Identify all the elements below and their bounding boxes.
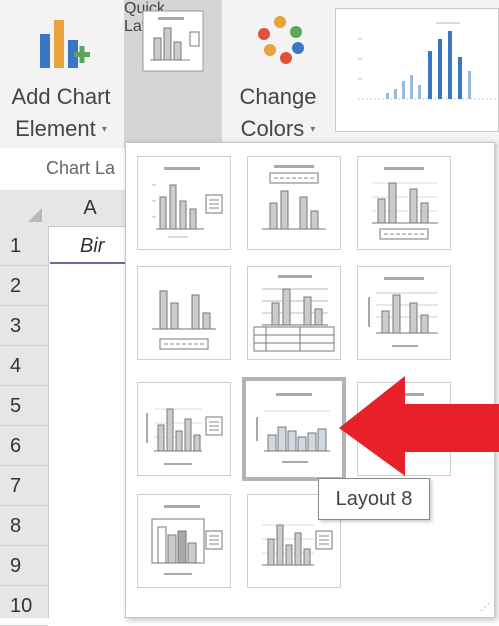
row-header[interactable]: 5	[0, 386, 48, 426]
layout-6-thumbnail-icon	[368, 277, 438, 347]
layout-1-option[interactable]	[137, 156, 231, 250]
add-chart-label-2: Element ▾	[15, 116, 107, 141]
select-all-corner-icon[interactable]	[28, 208, 42, 222]
layout-4-option[interactable]	[137, 266, 231, 360]
layout-2-option[interactable]	[247, 156, 341, 250]
change-colors-label-2: Colors ▾	[240, 116, 316, 141]
layout-8-option[interactable]	[242, 377, 346, 481]
chart-style-preview-icon	[358, 22, 496, 100]
column-header-a[interactable]: A	[50, 190, 130, 226]
layout-2-thumbnail-icon	[262, 165, 326, 230]
chart-style-thumbnail[interactable]	[335, 8, 499, 132]
layout-3-thumbnail-icon	[372, 167, 438, 240]
add-chart-element-button[interactable]: Add Chart Element ▾	[0, 0, 122, 148]
red-arrow-annotation	[339, 376, 499, 476]
layout-3-option[interactable]	[357, 156, 451, 250]
row-header[interactable]: 6	[0, 426, 48, 466]
chart-layouts-group-label: Chart La	[46, 158, 116, 178]
cell-selection-indicator	[50, 262, 130, 264]
row-headers: 1 2 3 4 5 6 7 8 9 10	[0, 226, 49, 626]
change-colors-button[interactable]: Change Colors ▾	[226, 0, 330, 148]
layout-7-option[interactable]	[137, 382, 231, 476]
chevron-down-icon: ▾	[101, 124, 107, 136]
row-header[interactable]: 2	[0, 266, 48, 306]
row-header[interactable]: 8	[0, 506, 48, 546]
add-chart-label-1: Add Chart	[11, 84, 111, 109]
chart-design-ribbon: Add Chart Element ▾ Quick Layout ▾ Chang…	[0, 0, 499, 148]
layout-6-option[interactable]	[357, 266, 451, 360]
arrow-icon	[339, 376, 499, 476]
row-header[interactable]: 3	[0, 306, 48, 346]
cell-a1[interactable]: Bir	[80, 226, 104, 266]
add-chart-element-icon	[40, 20, 90, 68]
chevron-down-icon: ▾	[310, 124, 316, 136]
layout-10-option[interactable]	[137, 494, 231, 588]
layout-8-thumbnail-icon	[256, 393, 330, 463]
palette-icon	[258, 16, 304, 64]
layout-7-thumbnail-icon	[146, 408, 223, 465]
row-header[interactable]: 10	[0, 586, 48, 626]
change-colors-label-1: Change	[239, 84, 317, 109]
quick-layout-icon	[142, 10, 204, 72]
row-header[interactable]: 1	[0, 226, 48, 266]
row-header[interactable]: 4	[0, 346, 48, 386]
layout-5-thumbnail-icon	[253, 275, 335, 352]
quick-layout-button[interactable]: Quick Layout ▾	[124, 0, 222, 148]
layout-tooltip: Layout 8	[318, 478, 430, 520]
layout-4-thumbnail-icon	[152, 290, 216, 350]
row-header[interactable]: 7	[0, 466, 48, 506]
resize-grip-icon[interactable]: ⋰	[480, 602, 490, 613]
layout-10-thumbnail-icon	[151, 505, 223, 575]
layout-5-option[interactable]	[247, 266, 341, 360]
row-header[interactable]: 9	[0, 546, 48, 586]
layout-1-thumbnail-icon	[152, 167, 223, 238]
